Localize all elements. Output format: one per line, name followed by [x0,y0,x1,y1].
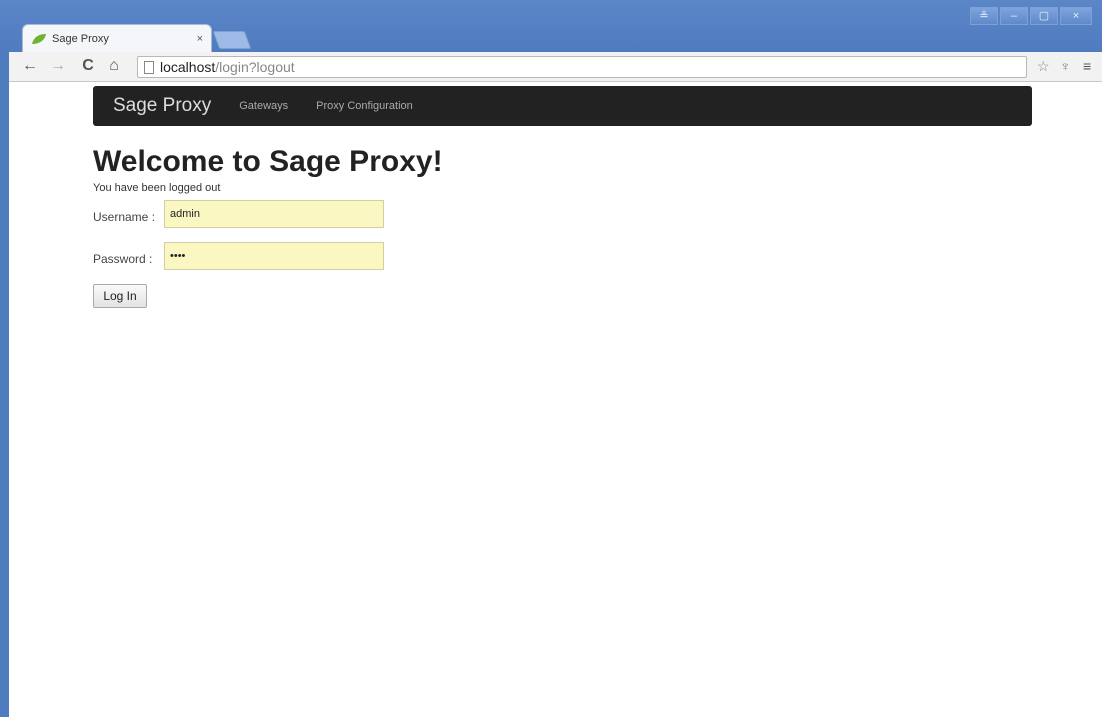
page-icon [144,60,154,74]
wrench-icon[interactable]: ♆ [1060,58,1071,74]
leaf-icon [32,33,46,44]
forward-arrow-icon[interactable]: → [49,57,67,75]
window-frame [0,52,9,717]
close-button[interactable]: × [1060,7,1092,25]
username-label: Username : [93,210,156,224]
profile-icon[interactable]: ≗ [970,7,998,25]
browser-titlebar: Sage Proxy × ≗ – ▢ × [0,0,1102,52]
address-bar[interactable]: localhost /login?logout [137,56,1027,78]
maximize-button[interactable]: ▢ [1030,7,1058,25]
browser-toolbar: ← → C ⌂ localhost /login?logout ☆ ♆ ≡ [9,52,1102,82]
password-field[interactable] [164,242,384,270]
password-label: Password : [93,252,153,266]
tab-title: Sage Proxy [52,32,109,45]
home-icon[interactable]: ⌂ [105,57,123,75]
browser-tab-sage-proxy[interactable]: Sage Proxy × [22,24,212,52]
log-in-button[interactable]: Log In [93,284,147,308]
logout-message: You have been logged out [93,182,221,194]
username-field[interactable] [164,200,384,228]
nav-link-proxy-configuration[interactable]: Proxy Configuration [316,100,413,112]
browser-window: Sage Proxy × ≗ – ▢ × ← → C ⌂ localhost /… [0,0,1102,717]
minimize-button[interactable]: – [1000,7,1028,25]
url-host: localhost [160,59,216,75]
page-title: Welcome to Sage Proxy! [93,145,443,178]
nav-link-gateways[interactable]: Gateways [239,100,288,112]
navbar-brand[interactable]: Sage Proxy [113,95,211,117]
url-path: /login?logout [215,59,295,75]
menu-icon[interactable]: ≡ [1083,58,1091,74]
reload-icon[interactable]: C [79,57,97,75]
bookmark-star-icon[interactable]: ☆ [1037,58,1050,75]
site-navbar: Sage Proxy Gateways Proxy Configuration [93,86,1032,126]
new-tab-button[interactable] [212,31,252,49]
window-controls: ≗ – ▢ × [970,7,1092,25]
page-content: Sage Proxy Gateways Proxy Configuration … [9,82,1102,717]
tab-close-icon[interactable]: × [197,33,203,45]
back-arrow-icon[interactable]: ← [21,57,39,75]
